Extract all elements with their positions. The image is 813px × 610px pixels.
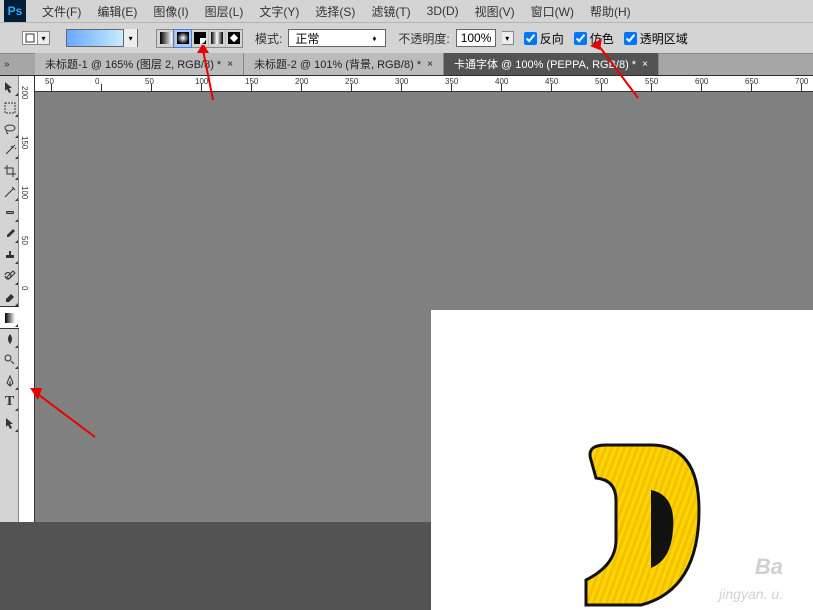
menu-filter[interactable]: 滤镜(T) [363, 3, 418, 20]
document-tab-1[interactable]: 未标题-1 @ 165% (图层 2, RGB/8) * × [35, 53, 244, 75]
healing-tool[interactable] [0, 202, 19, 223]
opacity-input[interactable]: 100% [456, 29, 496, 47]
path-selection-tool[interactable] [0, 412, 19, 433]
move-tool[interactable] [0, 76, 19, 97]
transparency-checkbox[interactable]: 透明区域 [624, 30, 688, 47]
mode-select[interactable]: 正常 ♦ [288, 29, 386, 47]
content-shape [581, 440, 701, 610]
pen-tool[interactable] [0, 370, 19, 391]
gradient-tool[interactable] [0, 307, 19, 328]
tool-preset-icon[interactable] [22, 31, 38, 45]
app-logo: Ps [4, 0, 26, 22]
canvas[interactable]: Ba jingyan. u. [35, 92, 813, 522]
gradient-linear-button[interactable] [157, 30, 174, 47]
document[interactable]: Ba jingyan. u. [431, 310, 813, 610]
mode-label: 模式: [255, 30, 282, 47]
menu-type[interactable]: 文字(Y) [251, 3, 307, 20]
menu-view[interactable]: 视图(V) [467, 3, 523, 20]
menu-edit[interactable]: 编辑(E) [89, 3, 145, 20]
type-tool[interactable]: T [0, 391, 19, 412]
gradient-angle-button[interactable] [191, 30, 208, 47]
reverse-checkbox[interactable]: 反向 [524, 30, 564, 47]
document-tab-2[interactable]: 未标题-2 @ 101% (背景, RGB/8) * × [244, 53, 444, 75]
menu-3d[interactable]: 3D(D) [419, 4, 467, 18]
eyedropper-tool[interactable] [0, 181, 19, 202]
marquee-tool[interactable] [0, 97, 19, 118]
close-icon[interactable]: × [642, 59, 648, 70]
dodge-tool[interactable] [0, 349, 19, 370]
opacity-dropdown[interactable]: ▾ [502, 31, 514, 45]
menu-layer[interactable]: 图层(L) [197, 3, 252, 20]
dither-checkbox[interactable]: 仿色 [574, 30, 614, 47]
menu-select[interactable]: 选择(S) [307, 3, 363, 20]
menu-file[interactable]: 文件(F) [34, 3, 89, 20]
gradient-dropdown[interactable]: ▾ [123, 29, 137, 47]
opacity-value: 100% [461, 31, 492, 45]
close-icon[interactable]: × [227, 59, 233, 70]
gradient-editor[interactable]: ▾ [66, 29, 138, 47]
tool-preset-dropdown[interactable]: ▾ [38, 31, 50, 45]
gradient-radial-button[interactable] [174, 30, 191, 47]
opacity-label: 不透明度: [398, 30, 449, 47]
close-icon[interactable]: × [427, 59, 433, 70]
lasso-tool[interactable] [0, 118, 19, 139]
tab-label: 未标题-2 @ 101% (背景, RGB/8) * [254, 56, 421, 72]
crop-tool[interactable] [0, 160, 19, 181]
gradient-type-group [156, 29, 243, 48]
collapse-toolbox-icon[interactable]: » [4, 59, 10, 70]
horizontal-ruler[interactable]: 5005010015020025030035040045050055060065… [35, 76, 813, 92]
stamp-tool[interactable] [0, 244, 19, 265]
menu-window[interactable]: 窗口(W) [523, 3, 582, 20]
history-brush-tool[interactable] [0, 265, 19, 286]
gradient-reflected-button[interactable] [208, 30, 225, 47]
watermark-text: jingyan. u. [719, 586, 783, 602]
brush-tool[interactable] [0, 223, 19, 244]
document-tab-3[interactable]: 卡通字体 @ 100% (PEPPA, RGB/8) * × [444, 53, 659, 75]
tab-label: 未标题-1 @ 165% (图层 2, RGB/8) * [45, 56, 221, 72]
mode-value: 正常 [295, 30, 319, 47]
eraser-tool[interactable] [0, 286, 19, 307]
vertical-ruler[interactable]: 200150100500 [19, 76, 35, 522]
menu-image[interactable]: 图像(I) [145, 3, 196, 20]
magic-wand-tool[interactable] [0, 139, 19, 160]
tab-label: 卡通字体 @ 100% (PEPPA, RGB/8) * [454, 56, 636, 72]
gradient-diamond-button[interactable] [225, 30, 242, 47]
menu-help[interactable]: 帮助(H) [582, 3, 639, 20]
blur-tool[interactable] [0, 328, 19, 349]
watermark-icon: Ba [755, 554, 783, 580]
